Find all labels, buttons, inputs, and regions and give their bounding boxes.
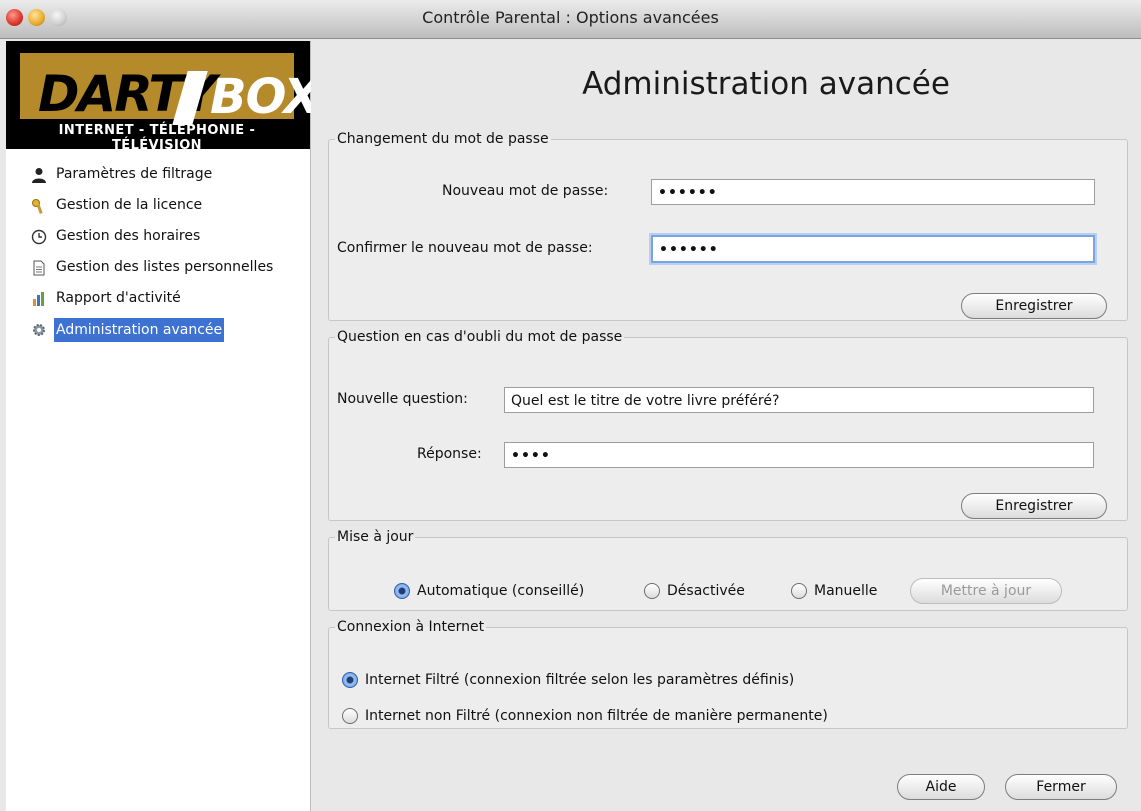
- radio-update-desactivee[interactable]: Désactivée: [644, 583, 745, 599]
- radio-label: Internet non Filtré (connexion non filtr…: [365, 708, 828, 724]
- radio-internet-filtre[interactable]: Internet Filtré (connexion filtrée selon…: [342, 672, 794, 688]
- radio-label: Manuelle: [814, 583, 878, 599]
- connection-group-title: Connexion à Internet: [337, 619, 485, 635]
- save-password-button[interactable]: Enregistrer: [961, 293, 1107, 319]
- radio-update-automatique[interactable]: Automatique (conseillé): [394, 583, 584, 599]
- document-icon: [30, 259, 48, 277]
- sidebar-item-label: Gestion des horaires: [56, 228, 201, 244]
- sidebar-item-label: Administration avancée: [54, 317, 225, 342]
- sidebar-nav: Paramètres de filtrage Gestion de la lic…: [30, 159, 310, 345]
- sidebar-item-label: Rapport d'activité: [56, 290, 181, 306]
- update-now-button[interactable]: Mettre à jour: [910, 578, 1062, 604]
- sidebar-item-gestion-licence[interactable]: Gestion de la licence: [30, 190, 310, 221]
- app-window: Contrôle Parental : Options avancées DAR…: [0, 0, 1141, 811]
- radio-internet-non-filtre[interactable]: Internet non Filtré (connexion non filtr…: [342, 708, 828, 724]
- password-change-group: Changement du mot de passe Nouveau mot d…: [328, 131, 1128, 321]
- window-title: Contrôle Parental : Options avancées: [422, 8, 719, 27]
- sidebar-item-rapport-activite[interactable]: Rapport d'activité: [30, 283, 310, 314]
- radio-update-manuelle[interactable]: Manuelle: [791, 583, 877, 599]
- sidebar-item-label: Paramètres de filtrage: [56, 166, 213, 182]
- question-group-title: Question en cas d'oubli du mot de passe: [337, 329, 623, 345]
- radio-selected-icon: [342, 672, 358, 688]
- radio-label: Internet Filtré (connexion filtrée selon…: [365, 672, 795, 688]
- update-group: Mise à jour Automatique (conseillé) Désa…: [328, 529, 1128, 611]
- confirm-password-label: Confirmer le nouveau mot de passe:: [337, 240, 593, 256]
- sidebar-item-label: Gestion de la licence: [56, 197, 203, 213]
- confirm-password-field[interactable]: ••••••: [651, 235, 1095, 263]
- sidebar: DARTY BOX INTERNET - TÉLÉPHONIE - TÉLÉVI…: [6, 41, 321, 811]
- logo-panel: DARTY BOX: [20, 53, 321, 125]
- main-panel: Administration avancée Changement du mot…: [311, 41, 1141, 811]
- report-icon: [30, 290, 48, 308]
- security-question-field[interactable]: Quel est le titre de votre livre préféré…: [504, 387, 1094, 413]
- radio-label: Désactivée: [667, 583, 745, 599]
- internet-connection-group: Connexion à Internet Internet Filtré (co…: [328, 619, 1128, 729]
- help-button[interactable]: Aide: [897, 774, 985, 800]
- radio-unselected-icon: [644, 583, 660, 599]
- radio-selected-icon: [394, 583, 410, 599]
- sidebar-item-gestion-horaires[interactable]: Gestion des horaires: [30, 221, 310, 252]
- new-question-label: Nouvelle question:: [337, 391, 468, 407]
- page-title: Administration avancée: [582, 66, 950, 102]
- radio-label: Automatique (conseillé): [417, 583, 585, 599]
- save-question-button[interactable]: Enregistrer: [961, 493, 1107, 519]
- person-icon: [30, 166, 48, 184]
- darty-box-logo: DARTY BOX INTERNET - TÉLÉPHONIE - TÉLÉVI…: [6, 41, 321, 153]
- logo-tagline: INTERNET - TÉLÉPHONIE - TÉLÉVISION: [58, 123, 256, 153]
- title-bar: Contrôle Parental : Options avancées: [0, 0, 1141, 39]
- sidebar-item-label: Gestion des listes personnelles: [56, 259, 274, 275]
- new-password-field[interactable]: ••••••: [651, 179, 1095, 205]
- answer-field[interactable]: ••••: [504, 442, 1094, 468]
- close-button[interactable]: Fermer: [1005, 774, 1117, 800]
- answer-label: Réponse:: [417, 446, 482, 462]
- radio-unselected-icon: [342, 708, 358, 724]
- sidebar-item-listes-personnelles[interactable]: Gestion des listes personnelles: [30, 252, 310, 283]
- security-question-group: Question en cas d'oubli du mot de passe …: [328, 329, 1128, 521]
- password-group-title: Changement du mot de passe: [337, 131, 549, 147]
- sidebar-item-administration-avancee[interactable]: Administration avancée: [30, 314, 310, 345]
- gear-icon: [30, 321, 48, 339]
- radio-unselected-icon: [791, 583, 807, 599]
- new-password-label: Nouveau mot de passe:: [442, 183, 609, 199]
- sidebar-item-parametres-filtrage[interactable]: Paramètres de filtrage: [30, 159, 310, 190]
- update-group-title: Mise à jour: [337, 529, 414, 545]
- key-icon: [30, 197, 48, 215]
- clock-icon: [30, 228, 48, 246]
- logo-brand-right: BOX: [210, 69, 321, 125]
